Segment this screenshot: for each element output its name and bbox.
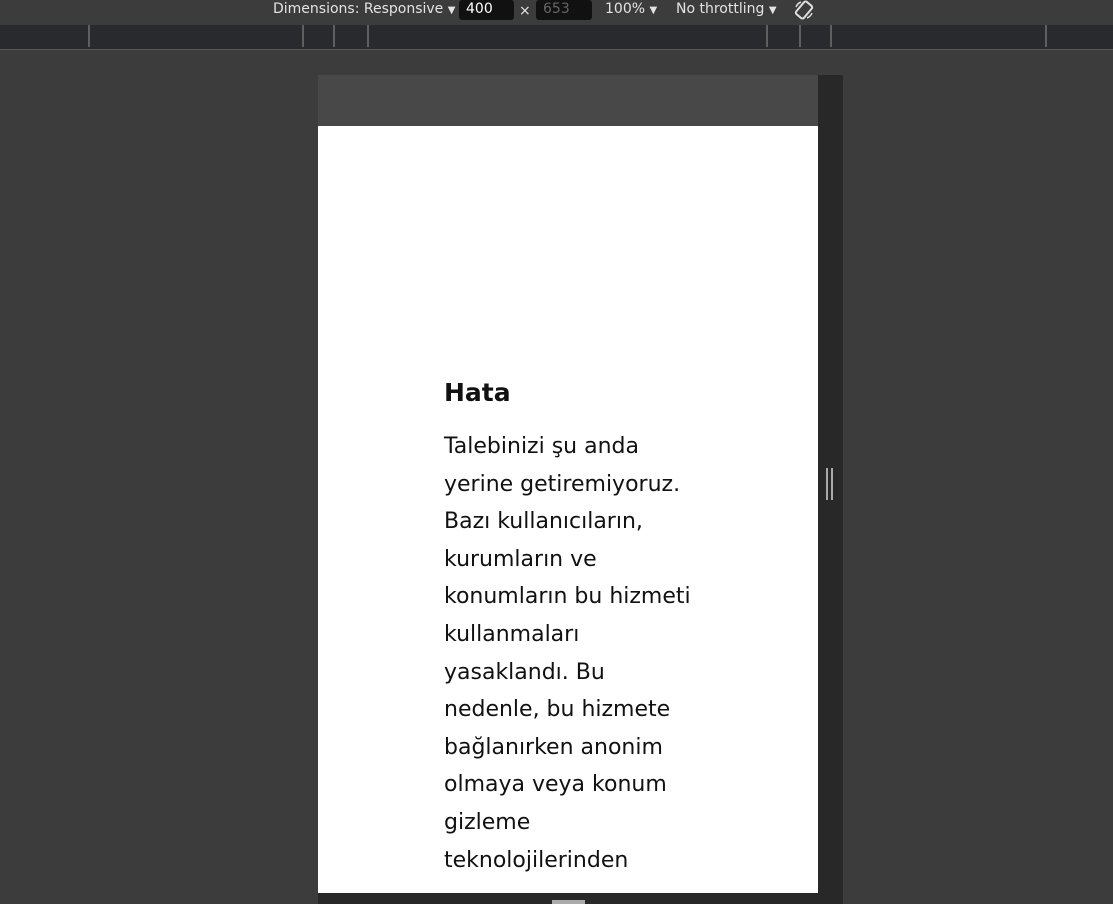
resize-handle-right[interactable] [826, 468, 828, 500]
device-frame: Hata Talebinizi şu anda yerine getiremiy… [318, 75, 818, 893]
message-line: yerine getiremiyoruz. [444, 471, 681, 497]
times-sign: × [519, 3, 531, 19]
dimensions-label: Dimensions: Responsive [273, 1, 444, 17]
width-input[interactable]: 400 [459, 0, 514, 20]
message-line: kullanmaları [444, 621, 580, 647]
message-line: teknolojilerinden [444, 847, 629, 873]
page-viewport: Hata Talebinizi şu anda yerine getiremiy… [318, 126, 818, 893]
media-query-ruler[interactable] [0, 25, 1113, 50]
message-line: Bazı kullanıcıların, [444, 509, 643, 535]
message-line: konumların bu hizmeti [444, 584, 691, 610]
zoom-label: 100% [605, 1, 646, 17]
dimensions-dropdown[interactable]: Dimensions: Responsive ▼ [273, 0, 455, 20]
message-line: gizleme [444, 809, 531, 835]
message-line: yasaklandı. Bu [444, 659, 605, 685]
message-line: kurumların ve [444, 546, 597, 572]
zoom-dropdown[interactable]: 100% ▼ [605, 0, 657, 20]
resize-handle-bottom[interactable] [552, 900, 585, 904]
resize-bar-right[interactable] [818, 75, 843, 904]
device-toolbar: Dimensions: Responsive ▼ 400 × 653 100% … [0, 0, 1113, 25]
message-line: bağlanırken anonim [444, 734, 663, 760]
chevron-down-icon: ▼ [768, 5, 777, 16]
rotate-icon[interactable] [793, 0, 815, 20]
error-title: Hata [444, 378, 511, 407]
message-line: Talebinizi şu anda [444, 434, 639, 459]
throttling-label: No throttling [676, 1, 765, 17]
throttling-dropdown[interactable]: No throttling ▼ [676, 0, 777, 20]
height-input[interactable]: 653 [536, 0, 592, 20]
chevron-down-icon: ▼ [649, 5, 658, 16]
chevron-down-icon: ▼ [447, 5, 456, 16]
error-message: Talebinizi şu anda yerine getiremiyoruz.… [444, 428, 691, 879]
message-line: nedenle, bu hizmete [444, 697, 671, 723]
message-line: olmaya veya konum [444, 772, 667, 798]
device-top-bar [318, 75, 818, 126]
